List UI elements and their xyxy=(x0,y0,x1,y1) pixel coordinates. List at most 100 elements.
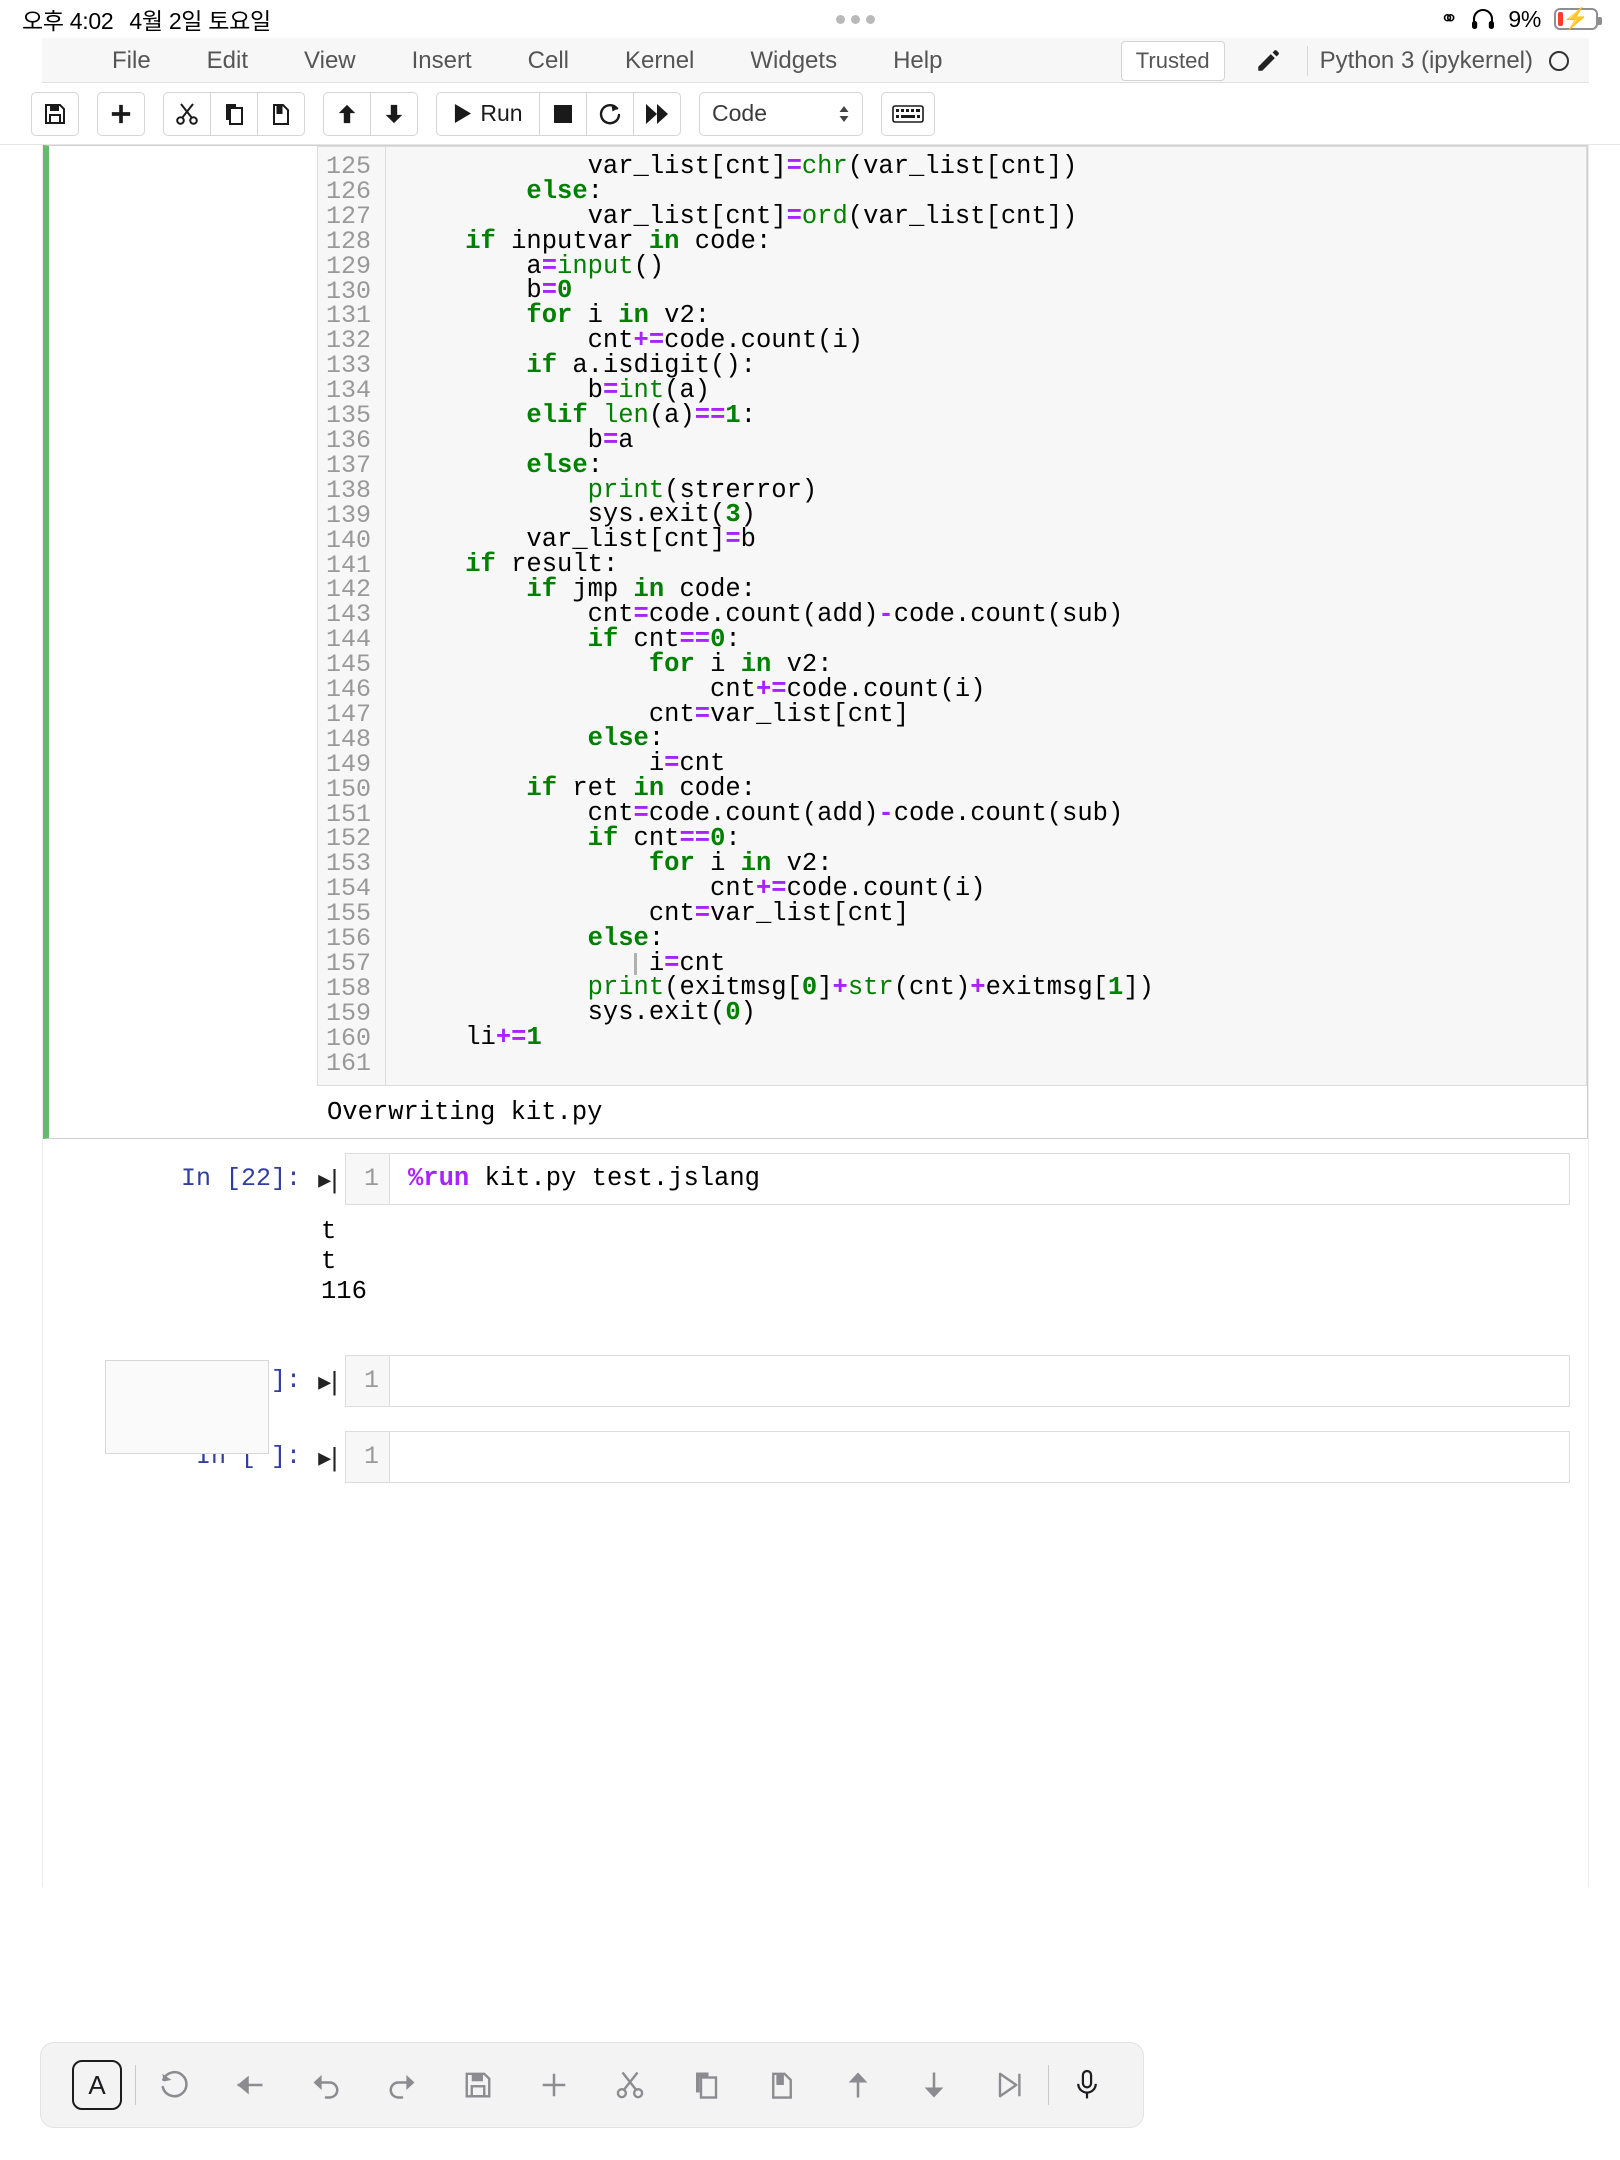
line-number: 160 xyxy=(318,1027,371,1052)
insert-cell-below-button[interactable] xyxy=(97,92,145,136)
magic-token: %run xyxy=(408,1164,469,1193)
code-cell-empty-1[interactable]: In [ ]: ▸| 1 xyxy=(43,1341,1588,1407)
menu-item-file[interactable]: File xyxy=(84,38,179,83)
status-left-group: 오후 4:02 4월 2일 토요일 xyxy=(22,2,271,36)
line-number: 161 xyxy=(318,1052,371,1077)
arrow-down-icon xyxy=(919,2069,949,2101)
menu-item-kernel[interactable]: Kernel xyxy=(597,38,722,83)
run-cell-icon[interactable]: ▸| xyxy=(311,1153,345,1205)
cell-type-select[interactable]: Code xyxy=(699,92,863,136)
headphones-icon xyxy=(1471,8,1495,30)
cell-line-number: 1 xyxy=(346,1356,390,1406)
move-up-button[interactable] xyxy=(820,2043,896,2127)
microphone-icon xyxy=(1073,2069,1101,2101)
code-source[interactable]: var_list[cnt]=chr(var_list[cnt]) else: v… xyxy=(386,147,1586,1085)
menu-item-insert[interactable]: Insert xyxy=(384,38,500,83)
toolbar-group-clipboard xyxy=(163,92,305,136)
redo-button[interactable] xyxy=(364,2043,440,2127)
paste-button[interactable] xyxy=(744,2043,820,2127)
trusted-badge[interactable]: Trusted xyxy=(1121,41,1225,81)
cell-output-text: Overwriting kit.py xyxy=(49,1086,1587,1138)
restart-icon xyxy=(598,102,622,126)
cell-source[interactable] xyxy=(390,1432,1569,1482)
autocomplete-A-button[interactable]: A xyxy=(59,2043,135,2127)
save-button[interactable] xyxy=(440,2043,516,2127)
cell-22-output: t t 116 xyxy=(43,1205,1588,1307)
code-cell-22[interactable]: In [22]: ▸| 1 %run kit.py test.jslang xyxy=(43,1139,1588,1205)
cell-source[interactable] xyxy=(390,1356,1569,1406)
line-number: 128 xyxy=(318,230,371,255)
cell-line-number: 1 xyxy=(346,1432,390,1482)
move-cell-down-button[interactable] xyxy=(370,92,418,136)
pencil-icon[interactable] xyxy=(1241,48,1295,74)
toolbar-group-save xyxy=(31,92,79,136)
jupyter-notebook-app: File Edit View Insert Cell Kernel Widget… xyxy=(0,38,1620,1923)
menu-item-cell[interactable]: Cell xyxy=(500,38,597,83)
paste-cells-button[interactable] xyxy=(257,92,305,136)
line-number-gutter: 1251261271281291301311321331341351361371… xyxy=(318,147,386,1085)
restart-kernel-button[interactable] xyxy=(586,92,634,136)
toolbar-group-insert xyxy=(97,92,145,136)
restart-and-run-all-button[interactable] xyxy=(633,92,681,136)
save-button[interactable] xyxy=(31,92,79,136)
output-placeholder-box xyxy=(105,1360,269,1454)
run-cell-icon[interactable]: ▸| xyxy=(311,1355,345,1407)
line-number: 149 xyxy=(318,753,371,778)
fast-forward-icon xyxy=(645,103,669,125)
code-line: li+=1 xyxy=(404,1026,1586,1051)
copy-button[interactable] xyxy=(668,2043,744,2127)
plus-icon xyxy=(539,2070,569,2100)
code-line: a=input() xyxy=(404,255,1586,280)
line-number: 129 xyxy=(318,255,371,280)
multitasking-dots-icon[interactable] xyxy=(836,15,875,24)
kernel-idle-circle-icon xyxy=(1549,51,1569,71)
arrow-up-icon xyxy=(843,2069,873,2101)
cell-source[interactable]: %run kit.py test.jslang xyxy=(390,1154,1569,1204)
history-button[interactable] xyxy=(136,2043,212,2127)
keyboard-icon xyxy=(892,104,924,124)
stop-square-icon xyxy=(553,104,573,124)
menu-item-help[interactable]: Help xyxy=(865,38,970,83)
line-number: 139 xyxy=(318,504,371,529)
cell-input-box[interactable]: 1 xyxy=(345,1431,1570,1483)
move-cell-up-button[interactable] xyxy=(323,92,371,136)
copy-icon xyxy=(691,2070,721,2100)
menu-bar-right-group: Trusted Python 3 (ipykernel) xyxy=(1121,38,1589,83)
toolbar-group-run: Run xyxy=(436,92,681,136)
interrupt-kernel-button[interactable] xyxy=(539,92,587,136)
text-cursor xyxy=(634,953,637,975)
menu-item-widgets[interactable]: Widgets xyxy=(722,38,865,83)
keyboard-shortcuts-button[interactable] xyxy=(881,92,935,136)
menu-bar: File Edit View Insert Cell Kernel Widget… xyxy=(42,38,1589,83)
add-button[interactable] xyxy=(516,2043,592,2127)
line-number: 127 xyxy=(318,205,371,230)
run-button[interactable]: Run xyxy=(436,92,540,136)
run-cell-icon[interactable]: ▸| xyxy=(311,1431,345,1483)
selected-code-cell[interactable]: 1251261271281291301311321331341351361371… xyxy=(43,145,1588,1139)
menu-item-view[interactable]: View xyxy=(276,38,384,83)
ios-status-bar: 오후 4:02 4월 2일 토요일 ⚭ 9% ⚡ xyxy=(0,0,1620,38)
cell-input-box[interactable]: 1 %run kit.py test.jslang xyxy=(345,1153,1570,1205)
dictation-button[interactable] xyxy=(1049,2043,1125,2127)
status-center-group xyxy=(271,15,1440,24)
line-number: 140 xyxy=(318,529,371,554)
cut-button[interactable] xyxy=(592,2043,668,2127)
copy-cells-button[interactable] xyxy=(210,92,258,136)
battery-percent: 9% xyxy=(1508,6,1541,33)
back-button[interactable] xyxy=(212,2043,288,2127)
line-number: 138 xyxy=(318,479,371,504)
undo-icon xyxy=(309,2070,343,2100)
cell-prompt: In [22]: xyxy=(43,1153,311,1205)
code-editor[interactable]: 1251261271281291301311321331341351361371… xyxy=(317,146,1587,1086)
code-cell-empty-2[interactable]: In [ ]: ▸| 1 xyxy=(43,1417,1588,1483)
cell-input-box[interactable]: 1 xyxy=(345,1355,1570,1407)
undo-button[interactable] xyxy=(288,2043,364,2127)
notebook-body[interactable]: 1251261271281291301311321331341351361371… xyxy=(42,145,1589,1887)
status-right-group: ⚭ 9% ⚡ xyxy=(1440,6,1598,33)
move-down-button[interactable] xyxy=(896,2043,972,2127)
run-button-label: Run xyxy=(480,100,522,127)
cut-cells-button[interactable] xyxy=(163,92,211,136)
run-all-button[interactable] xyxy=(972,2043,1048,2127)
code-line xyxy=(404,1051,1586,1076)
menu-item-edit[interactable]: Edit xyxy=(179,38,276,83)
